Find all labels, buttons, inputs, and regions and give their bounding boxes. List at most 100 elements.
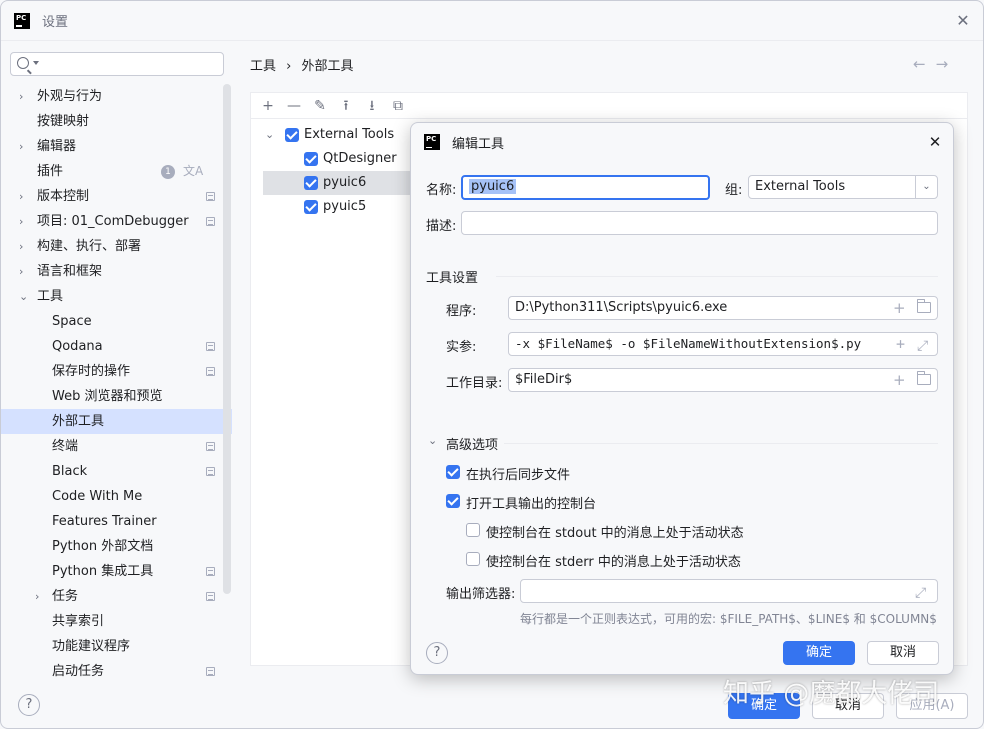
tool-checkbox[interactable] — [304, 176, 318, 190]
dialog-cancel-button[interactable]: 取消 — [867, 641, 939, 665]
move-down-icon[interactable]: ⭳ — [361, 95, 383, 117]
title-bar: PC 设置 ✕ — [1, 1, 983, 41]
copy-icon[interactable]: ⧉ — [387, 95, 409, 117]
tree-tool-row[interactable]: QtDesigner — [251, 147, 411, 171]
sidebar-item[interactable]: 按键映射 — [1, 109, 232, 134]
update-count-badge: 1 — [161, 165, 175, 179]
chevron-right-icon[interactable]: › — [19, 259, 31, 284]
tool-checkbox[interactable] — [304, 200, 318, 214]
sidebar-item[interactable]: Python 外部文档 — [1, 534, 232, 559]
sidebar-item[interactable]: ⌄工具 — [1, 284, 232, 309]
program-field[interactable]: D:\Python311\Scripts\pyuic6.exe + — [508, 296, 938, 320]
sidebar-item[interactable]: Python 集成工具 — [1, 559, 232, 584]
expand-icon[interactable]: ⤢ — [915, 335, 930, 356]
sidebar-item[interactable]: 启动任务 — [1, 659, 232, 684]
sidebar-item[interactable]: ›项目: 01_ComDebugger — [1, 209, 232, 234]
sidebar-item[interactable]: Web 浏览器和预览 — [1, 384, 232, 409]
working-dir-field[interactable]: $FileDir$ + — [508, 368, 938, 392]
chevron-right-icon[interactable]: › — [19, 234, 31, 259]
sidebar-item-label: 共享索引 — [52, 609, 104, 634]
tree-tool-row-selected[interactable]: pyuic6 — [263, 171, 411, 195]
forward-arrow-icon[interactable]: → — [936, 55, 949, 73]
sidebar-item[interactable]: ›语言和框架 — [1, 259, 232, 284]
program-value: D:\Python311\Scripts\pyuic6.exe — [515, 300, 727, 315]
sidebar-item-label: 构建、执行、部署 — [37, 234, 141, 259]
sidebar-item[interactable]: 共享索引 — [1, 609, 232, 634]
close-window-icon[interactable]: ✕ — [953, 11, 973, 31]
chevron-down-icon[interactable]: ⌄ — [265, 123, 274, 147]
dialog-help-button[interactable]: ? — [426, 642, 448, 664]
window-title: 设置 — [42, 11, 68, 30]
dialog-close-icon[interactable]: ✕ — [925, 132, 945, 152]
remove-icon[interactable]: — — [283, 95, 305, 117]
breadcrumb-item-tools[interactable]: 工具 — [250, 59, 276, 74]
sidebar-item[interactable]: Code With Me — [1, 484, 232, 509]
sidebar-item[interactable]: ›外观与行为 — [1, 84, 232, 109]
sidebar-scrollbar[interactable] — [223, 84, 231, 594]
sidebar-item-label: 插件 — [37, 159, 63, 184]
expand-icon[interactable]: ⤢ — [915, 582, 926, 603]
move-up-icon[interactable]: ⭱ — [335, 95, 357, 117]
group-checkbox[interactable] — [285, 128, 299, 142]
sync-files-checkbox[interactable] — [446, 465, 460, 479]
folder-icon[interactable] — [917, 374, 931, 385]
chevron-right-icon[interactable]: › — [19, 184, 31, 209]
back-arrow-icon[interactable]: ← — [913, 55, 926, 73]
project-scope-icon — [206, 442, 215, 451]
stdout-label: 使控制台在 stdout 中的消息上处于活动状态 — [486, 522, 744, 541]
sidebar-item[interactable]: 功能建议程序 — [1, 634, 232, 659]
insert-macro-icon[interactable]: + — [893, 369, 906, 391]
open-console-label: 打开工具输出的控制台 — [466, 493, 596, 512]
sidebar-item[interactable]: ›任务 — [1, 584, 232, 609]
sidebar-item[interactable]: ›构建、执行、部署 — [1, 234, 232, 259]
chevron-right-icon[interactable]: › — [19, 209, 31, 234]
sidebar-item-label: Features Trainer — [52, 509, 157, 534]
sidebar-item[interactable]: Features Trainer — [1, 509, 232, 534]
name-field[interactable]: pyuic6 — [461, 175, 710, 200]
folder-icon[interactable] — [917, 302, 931, 313]
chevron-down-icon[interactable]: ⌄ — [19, 284, 31, 309]
advanced-section[interactable]: 高级选项 — [446, 434, 498, 453]
sidebar-item[interactable]: Qodana — [1, 334, 232, 359]
sidebar-item[interactable]: ›编辑器 — [1, 134, 232, 159]
group-value: External Tools — [755, 179, 845, 194]
description-field[interactable] — [461, 211, 938, 235]
output-filter-field[interactable]: ⤢ — [520, 579, 938, 603]
sidebar-item[interactable]: 保存时的操作 — [1, 359, 232, 384]
sidebar-item-label: 任务 — [52, 584, 78, 609]
edit-icon[interactable]: ✎ — [309, 95, 331, 117]
sidebar-item[interactable]: ›版本控制 — [1, 184, 232, 209]
sidebar-item[interactable]: 终端 — [1, 434, 232, 459]
section-divider — [496, 276, 938, 277]
chevron-right-icon[interactable]: › — [35, 584, 47, 609]
sidebar-item[interactable]: Space — [1, 309, 232, 334]
chevron-right-icon[interactable]: › — [19, 84, 31, 109]
sidebar-item[interactable]: Black — [1, 459, 232, 484]
help-button[interactable]: ? — [18, 694, 40, 716]
tool-checkbox[interactable] — [304, 152, 318, 166]
sidebar-item[interactable]: 外部工具 — [1, 409, 232, 434]
tool-label: QtDesigner — [323, 147, 397, 171]
insert-macro-icon[interactable]: + — [893, 297, 906, 319]
sidebar-item[interactable]: 插件1文A — [1, 159, 232, 184]
arguments-field[interactable]: -x $FileName$ -o $FileNameWithoutExtensi… — [508, 332, 938, 356]
stderr-checkbox[interactable] — [466, 552, 480, 566]
arguments-label: 实参: — [446, 336, 476, 355]
search-dropdown-icon[interactable] — [33, 61, 39, 65]
tool-label: pyuic5 — [323, 195, 366, 219]
group-label: 组: — [725, 179, 742, 198]
stdout-checkbox[interactable] — [466, 523, 480, 537]
settings-search-input[interactable] — [10, 52, 224, 76]
stderr-label: 使控制台在 stderr 中的消息上处于活动状态 — [486, 551, 741, 570]
tree-tool-row[interactable]: pyuic5 — [251, 195, 411, 219]
add-icon[interactable]: + — [257, 95, 279, 117]
chevron-down-icon[interactable]: ⌄ — [915, 176, 937, 198]
open-console-checkbox[interactable] — [446, 494, 460, 508]
chevron-right-icon[interactable]: › — [19, 134, 31, 159]
chevron-down-icon[interactable]: ⌄ — [428, 434, 437, 447]
group-select[interactable]: External Tools ⌄ — [748, 175, 938, 199]
tree-group-row[interactable]: ⌄ External Tools — [251, 123, 411, 147]
name-label: 名称: — [426, 179, 456, 198]
insert-macro-icon[interactable]: + — [893, 333, 908, 355]
dialog-ok-button[interactable]: 确定 — [783, 641, 855, 665]
